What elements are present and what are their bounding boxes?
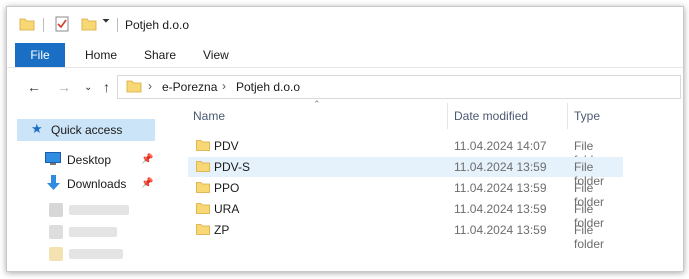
- navigation-pane: ★ Quick access Desktop 📌 Downloads 📌: [7, 107, 165, 271]
- quick-access-label: Quick access: [51, 123, 123, 137]
- address-bar[interactable]: › e-Porezna › Potjeh d.o.o: [117, 75, 681, 99]
- file-row[interactable]: URA 11.04.2024 13:59 File folder: [188, 199, 623, 230]
- breadcrumb-current-folder[interactable]: Potjeh d.o.o: [236, 80, 300, 94]
- folder-icon: [196, 224, 210, 235]
- file-row[interactable]: PDV 11.04.2024 14:07 File folder: [188, 136, 623, 167]
- tab-share[interactable]: Share: [144, 43, 176, 67]
- desktop-icon: [45, 152, 61, 165]
- obscured-icon: [49, 225, 63, 239]
- file-row[interactable]: ZP 11.04.2024 13:59 File folder: [188, 220, 623, 251]
- explorer-window: ⏷ Potjeh d.o.o File Home Share View ← → …: [6, 6, 684, 272]
- ribbon: File Home Share View: [7, 43, 683, 68]
- download-arrow-icon: [47, 175, 60, 190]
- folder-icon: [196, 140, 210, 151]
- obscured-icon: [49, 203, 63, 217]
- recent-locations-icon[interactable]: ⌄: [84, 82, 92, 93]
- tab-view[interactable]: View: [203, 43, 229, 67]
- nav-item-label: Desktop: [67, 153, 112, 167]
- folder-icon: [126, 80, 142, 93]
- folder-icon: [196, 161, 210, 172]
- file-date: 11.04.2024 13:59: [454, 202, 547, 216]
- nav-item-desktop[interactable]: Desktop 📌: [17, 149, 157, 169]
- file-name: ZP: [214, 223, 230, 237]
- folder-icon: [196, 203, 210, 214]
- file-date: 11.04.2024 13:59: [454, 160, 547, 174]
- column-header-name[interactable]: Name: [193, 103, 225, 129]
- title-bar: ⏷ Potjeh d.o.o: [7, 7, 683, 41]
- file-name: URA: [214, 202, 240, 216]
- chevron-right-icon[interactable]: ›: [148, 79, 152, 93]
- file-date: 11.04.2024 14:07: [454, 139, 547, 153]
- folder-icon: [196, 182, 210, 193]
- properties-icon[interactable]: [55, 16, 69, 32]
- file-date: 11.04.2024 13:59: [454, 223, 547, 237]
- column-header-date-modified[interactable]: Date modified: [454, 103, 528, 129]
- file-date: 11.04.2024 13:59: [454, 181, 547, 195]
- pin-icon[interactable]: 📌: [141, 154, 153, 165]
- breadcrumb-e-porezna[interactable]: e-Porezna: [162, 80, 217, 94]
- address-row: ← → ⌄ ↑ › e-Porezna › Potjeh d.o.o: [7, 69, 683, 105]
- column-divider[interactable]: [447, 103, 448, 129]
- obscured-icon: [49, 247, 63, 261]
- column-divider[interactable]: [567, 103, 568, 129]
- folder-icon: [19, 18, 35, 31]
- star-icon: ★: [31, 121, 43, 136]
- file-row[interactable]: PPO 11.04.2024 13:59 File folder: [188, 178, 623, 209]
- customize-toolbar-icon[interactable]: ⏷: [102, 16, 110, 27]
- tab-home[interactable]: Home: [85, 43, 117, 67]
- quick-access-item[interactable]: ★ Quick access: [17, 119, 155, 141]
- chevron-right-icon[interactable]: ›: [222, 79, 226, 93]
- file-row[interactable]: PDV-S 11.04.2024 13:59 File folder: [188, 157, 623, 188]
- nav-item-downloads[interactable]: Downloads 📌: [17, 173, 157, 193]
- obscured-label: [69, 227, 117, 237]
- column-header-type[interactable]: Type: [574, 103, 600, 129]
- pin-icon[interactable]: 📌: [141, 178, 153, 189]
- back-arrow-icon[interactable]: ←: [27, 79, 41, 95]
- window-title: Potjeh d.o.o: [125, 18, 190, 32]
- up-arrow-icon[interactable]: ↑: [103, 79, 110, 95]
- nav-item-label: Downloads: [67, 177, 127, 191]
- separator: [117, 18, 118, 32]
- obscured-label: [69, 249, 123, 259]
- file-name: PPO: [214, 181, 240, 195]
- obscured-label: [69, 205, 129, 215]
- file-name: PDV: [214, 139, 239, 153]
- new-folder-icon[interactable]: [81, 17, 97, 31]
- separator: [43, 18, 44, 32]
- forward-arrow-icon[interactable]: →: [57, 79, 71, 95]
- file-type: File folder: [574, 223, 605, 251]
- file-name: PDV-S: [214, 160, 251, 174]
- tab-file[interactable]: File: [15, 43, 65, 67]
- sort-ascending-icon: ⌃: [313, 99, 321, 109]
